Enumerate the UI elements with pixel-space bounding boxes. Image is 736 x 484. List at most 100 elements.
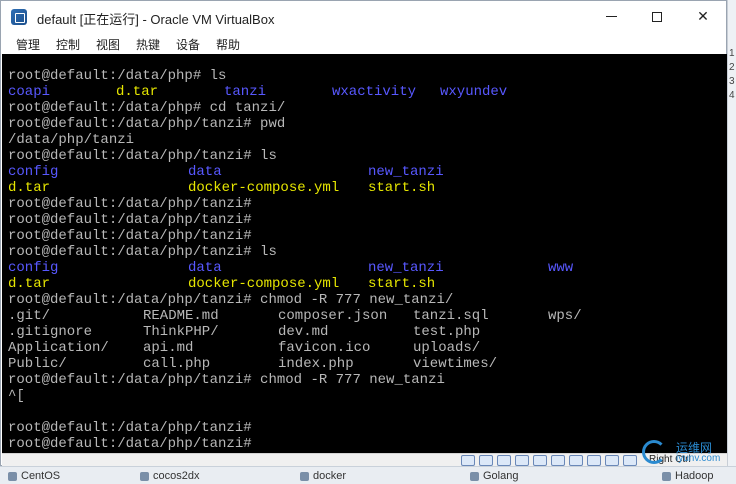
console-text: test.php <box>413 324 481 340</box>
network-icon[interactable] <box>515 455 529 466</box>
console-line: config data new_tanzi www <box>8 260 720 276</box>
console-text: tanzi.sql <box>413 308 489 324</box>
keyboard-capture-icon[interactable] <box>623 455 637 466</box>
usb-icon[interactable] <box>533 455 547 466</box>
console-line: root@default:/data/php/tanzi# ls <box>8 244 720 260</box>
console-line: root@default:/data/php/tanzi# pwd <box>8 116 720 132</box>
desktop-item-label: Hadoop <box>675 470 714 482</box>
console-line: root@default:/data/php/tanzi# <box>8 420 720 436</box>
menu-help[interactable]: 帮助 <box>216 36 240 53</box>
optical-drive-icon[interactable] <box>479 455 493 466</box>
close-icon: ✕ <box>697 8 709 25</box>
console-text: viewtimes/ <box>413 356 498 372</box>
console-text: ThinkPHP/ <box>143 324 219 340</box>
maximize-icon <box>652 11 662 22</box>
desktop-item-cocos2dx[interactable]: cocos2dx <box>140 469 199 483</box>
console-line: d.tar docker-compose.yml start.sh <box>8 180 720 196</box>
menu-devices[interactable]: 设备 <box>176 36 200 53</box>
console-text: d.tar <box>8 276 51 292</box>
folder-icon <box>8 471 17 481</box>
console-line: root@default:/data/php/tanzi# ls <box>8 148 720 164</box>
console-line: root@default:/data/php/tanzi# chmod -R 7… <box>8 372 720 388</box>
console-text: root@default:/data/php/tanzi# ls <box>8 244 277 260</box>
menu-manage[interactable]: 管理 <box>16 36 40 53</box>
menu-view[interactable]: 视图 <box>96 36 120 53</box>
console-line: d.tar docker-compose.yml start.sh <box>8 276 720 292</box>
console-line: root@default:/data/php/tanzi# <box>8 196 720 212</box>
console-line: root@default:/data/php/tanzi# <box>8 436 720 452</box>
console-text: README.md <box>143 308 219 324</box>
console-text: config <box>8 260 59 276</box>
console-text: favicon.ico <box>278 340 371 356</box>
console-text: root@default:/data/php/tanzi# <box>8 196 252 212</box>
console-text: d.tar <box>8 180 51 196</box>
folder-icon <box>140 471 149 481</box>
console-line: root@default:/data/php/tanzi# <box>8 212 720 228</box>
display-icon[interactable] <box>569 455 583 466</box>
console-text: data <box>188 260 222 276</box>
close-button[interactable]: ✕ <box>680 1 726 32</box>
menu-control[interactable]: 控制 <box>56 36 80 53</box>
console-text: ^[ <box>8 388 25 404</box>
console-line: root@default:/data/php/tanzi# <box>8 228 720 244</box>
menu-hotkeys[interactable]: 热键 <box>136 36 160 53</box>
console-text: Application/ <box>8 340 109 356</box>
console-text: root@default:/data/php/tanzi# <box>8 420 252 436</box>
console-text: root@default:/data/php/tanzi# chmod -R 7… <box>8 292 454 308</box>
desktop-item-golang[interactable]: Golang <box>470 469 518 483</box>
mouse-integration-icon[interactable] <box>605 455 619 466</box>
audio-icon[interactable] <box>497 455 511 466</box>
folder-icon <box>300 471 309 481</box>
console-text: docker-compose.yml <box>188 276 340 292</box>
folder-icon <box>470 471 479 481</box>
guest-console[interactable]: root@default:/data/php# ls coapi d.tar tanz… <box>2 54 727 453</box>
console-text: config <box>8 164 59 180</box>
console-text: .gitignore <box>8 324 93 340</box>
desktop-item-centos[interactable]: CentOS <box>8 469 60 483</box>
watermark-logo: 运维网 iyunv.com <box>640 438 730 466</box>
video-capture-icon[interactable] <box>587 455 601 466</box>
desktop-item-label: docker <box>313 470 347 482</box>
console-text: .git/ <box>8 308 51 324</box>
status-bar: Right Ctrl <box>2 453 727 466</box>
console-text: wps/ <box>548 308 582 324</box>
shared-folders-icon[interactable] <box>551 455 565 466</box>
maximize-button[interactable] <box>634 1 680 32</box>
desktop-item-label: Golang <box>483 470 519 482</box>
console-text: root@default:/data/php/tanzi# ls <box>8 148 277 164</box>
minimize-button[interactable] <box>588 1 634 32</box>
console-text: Public/ <box>8 356 67 372</box>
console-text: root@default:/data/php/tanzi# <box>8 228 252 244</box>
desktop-item-hadoop[interactable]: Hadoop <box>662 469 714 483</box>
console-text: wxactivity <box>332 84 417 100</box>
side-number: 1 <box>729 48 735 59</box>
console-text: root@default:/data/php/tanzi# <box>8 436 252 452</box>
console-text: coapi <box>8 84 51 100</box>
console-text: uploads/ <box>413 340 481 356</box>
console-text: /data/php/tanzi <box>8 132 135 148</box>
console-text: call.php <box>143 356 211 372</box>
watermark-ring-icon <box>642 440 666 464</box>
virtualbox-window: default [正在运行] - Oracle VM VirtualBox ✕ … <box>0 0 727 466</box>
console-text: root@default:/data/php/tanzi# chmod -R 7… <box>8 372 445 388</box>
console-text: root@default:/data/php# ls <box>8 68 227 84</box>
title-bar[interactable]: default [正在运行] - Oracle VM VirtualBox ✕ <box>1 1 726 32</box>
desktop-item-docker[interactable]: docker <box>300 469 346 483</box>
console-text: dev.md <box>278 324 329 340</box>
desktop-strip: CentOS cocos2dx docker Golang Hadoop <box>0 466 736 484</box>
console-text: data <box>188 164 222 180</box>
console-text: index.php <box>278 356 354 372</box>
console-line: .gitignore ThinkPHP/dev.md test.php <box>8 324 720 340</box>
side-number: 3 <box>729 76 735 87</box>
console-text: new_tanzi <box>368 260 444 276</box>
console-text: root@default:/data/php/tanzi# pwd <box>8 116 286 132</box>
console-text: start.sh <box>368 276 436 292</box>
side-number: 4 <box>729 90 735 101</box>
desktop-item-label: cocos2dx <box>153 470 200 482</box>
hard-disk-icon[interactable] <box>461 455 475 466</box>
virtualbox-icon <box>11 9 27 25</box>
console-text: composer.json <box>278 308 388 324</box>
console-line: config data new_tanzi <box>8 164 720 180</box>
console-text: www <box>548 260 574 276</box>
